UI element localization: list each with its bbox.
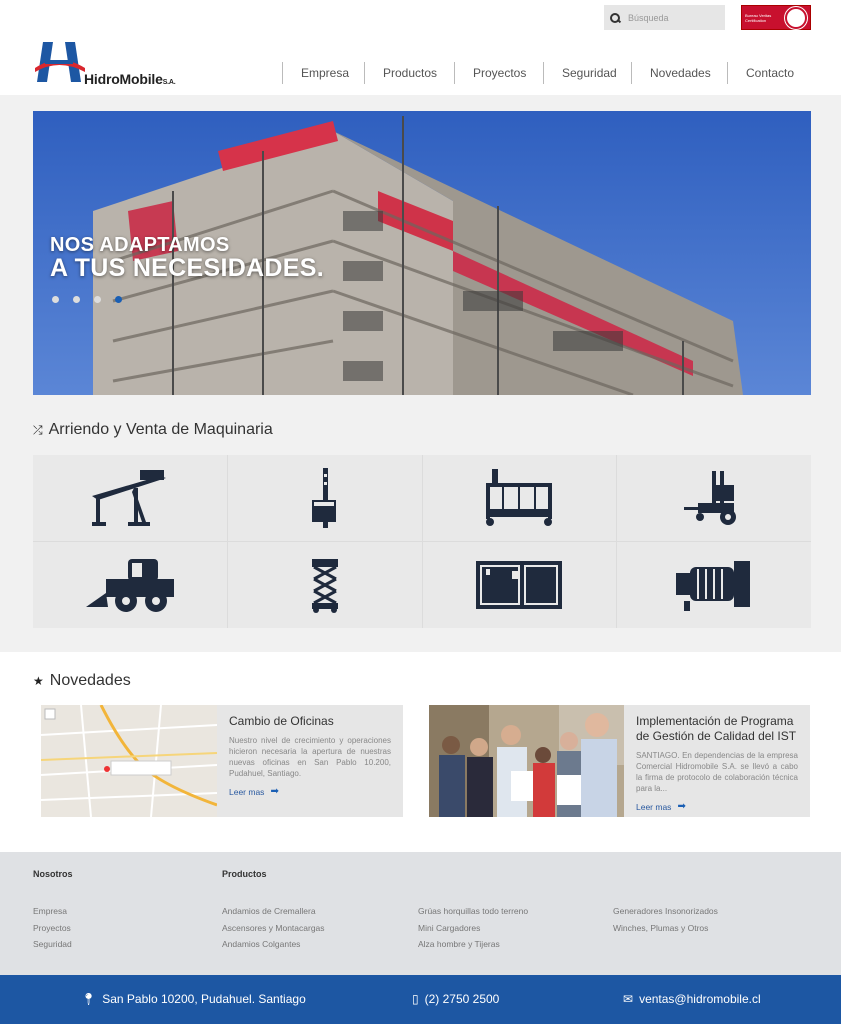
- slider-dot-1[interactable]: [52, 296, 59, 303]
- shuffle-icon: ⤮: [33, 422, 43, 437]
- footer-col3-list: Grúas horquillas todo terreno Mini Carga…: [418, 903, 528, 953]
- logo-suffix: S.A.: [162, 79, 176, 86]
- arrow-right-icon: ➡: [677, 801, 686, 812]
- footer-link-proyectos[interactable]: Proyectos: [33, 920, 72, 937]
- nav-productos[interactable]: Productos: [364, 62, 454, 84]
- group-photo-image: [429, 705, 624, 817]
- footer-col1-list: Empresa Proyectos Seguridad: [33, 903, 72, 953]
- footer-link-empresa[interactable]: Empresa: [33, 903, 72, 920]
- news-heading: ★ Novedades: [33, 672, 131, 690]
- envelope-icon: ✉: [623, 992, 634, 1006]
- nav-contacto[interactable]: Contacto: [727, 62, 811, 84]
- header: Búsqueda Bureau Veritas Certification Hi…: [0, 0, 841, 95]
- map-image: [41, 705, 217, 817]
- suspended-platform-icon: [486, 469, 553, 526]
- products-heading: ⤮ Arriendo y Venta de Maquinaria: [33, 421, 273, 439]
- product-winch[interactable]: [617, 542, 811, 628]
- map-thumbnail[interactable]: [41, 705, 217, 817]
- nav-empresa[interactable]: Empresa: [282, 62, 364, 84]
- footer-link-andamios-cremallera[interactable]: Andamios de Cremallera: [222, 903, 325, 920]
- news-card-2-read-more[interactable]: Leer mas ➡: [636, 801, 798, 812]
- products-title: Arriendo y Venta de Maquinaria: [48, 421, 273, 438]
- photo-thumbnail[interactable]: [429, 705, 624, 817]
- footer-col4-list: Generadores Insonorizados Winches, Pluma…: [613, 903, 718, 936]
- product-gantry-crane[interactable]: [33, 455, 227, 541]
- footer-col2-list: Andamios de Cremallera Ascensores y Mont…: [222, 903, 325, 953]
- products-grid: [33, 455, 811, 628]
- contact-address: 📍︎ San Pablo 10200, Pudahuel. Santiago: [81, 992, 306, 1006]
- phone-text[interactable]: (2) 2750 2500: [425, 992, 500, 1006]
- news-title: Novedades: [49, 672, 131, 689]
- contact-bar: 📍︎ San Pablo 10200, Pudahuel. Santiago ▯…: [0, 975, 841, 1024]
- footer-col1-title: Nosotros: [33, 869, 73, 879]
- product-suspended-platform[interactable]: [422, 455, 617, 541]
- slider-dots: [52, 296, 122, 303]
- logo-brand: HidroMobile: [84, 71, 163, 87]
- footer-link-generadores[interactable]: Generadores Insonorizados: [613, 903, 718, 920]
- product-truck-forklift[interactable]: [617, 455, 811, 541]
- hero-slider[interactable]: NOS ADAPTAMOS A TUS NECESIDADES.: [33, 111, 811, 395]
- search-input[interactable]: Búsqueda: [628, 13, 669, 23]
- news-card-2-title[interactable]: Implementación de Programa de Gestión de…: [636, 714, 798, 744]
- search-icon: [610, 12, 620, 23]
- slider-dot-3[interactable]: [94, 296, 101, 303]
- arrow-right-icon: ➡: [270, 786, 279, 797]
- logo-text: HidroMobileS.A.: [84, 71, 176, 87]
- rack-hoist-icon: [311, 468, 336, 528]
- news-card-2-text: SANTIAGO. En dependencias de la empresa …: [636, 751, 798, 793]
- footer-link-ascensores[interactable]: Ascensores y Montacargas: [222, 920, 325, 937]
- product-scissor-lift[interactable]: [227, 542, 422, 628]
- contact-phone[interactable]: ▯ (2) 2750 2500: [412, 992, 499, 1006]
- address-text: San Pablo 10200, Pudahuel. Santiago: [102, 992, 306, 1006]
- news-card-1-read-more[interactable]: Leer mas ➡: [229, 786, 391, 797]
- news-card-1-title[interactable]: Cambio de Oficinas: [229, 714, 391, 729]
- star-icon: ★: [33, 674, 44, 688]
- news-card-1-text: Nuestro nivel de crecimiento y operacion…: [229, 736, 391, 778]
- nav-novedades[interactable]: Novedades: [631, 62, 727, 84]
- bureau-veritas-seal-icon: [785, 6, 807, 29]
- footer-link-andamios-colgantes[interactable]: Andamios Colgantes: [222, 936, 325, 953]
- footer-link-winches[interactable]: Winches, Plumas y Otros: [613, 920, 718, 937]
- news-card-2-body: Implementación de Programa de Gestión de…: [624, 705, 810, 817]
- logo[interactable]: HidroMobileS.A.: [35, 42, 215, 87]
- scissor-lift-icon: [311, 559, 338, 613]
- footer-link-mini-cargadores[interactable]: Mini Cargadores: [418, 920, 528, 937]
- product-rack-hoist[interactable]: [227, 455, 422, 541]
- skid-steer-loader-icon: [85, 559, 174, 612]
- news-card-2[interactable]: Implementación de Programa de Gestión de…: [429, 705, 810, 817]
- product-skid-steer[interactable]: [33, 542, 227, 628]
- read-more-label[interactable]: Leer mas: [229, 787, 264, 797]
- footer-content: Nosotros Productos Empresa Proyectos Seg…: [0, 852, 841, 975]
- truck-mounted-forklift-icon: [684, 471, 737, 525]
- news-card-1[interactable]: Cambio de Oficinas Nuestro nivel de crec…: [41, 705, 403, 817]
- certification-badge: Bureau Veritas Certification: [741, 5, 811, 30]
- phone-icon: ▯: [412, 992, 419, 1006]
- news-card-1-body: Cambio de Oficinas Nuestro nivel de crec…: [217, 705, 403, 817]
- footer-link-gruas[interactable]: Grúas horquillas todo terreno: [418, 903, 528, 920]
- email-text[interactable]: ventas@hidromobile.cl: [639, 992, 761, 1006]
- footer-link-alza-hombre[interactable]: Alza hombre y Tijeras: [418, 936, 528, 953]
- search-box[interactable]: Búsqueda: [604, 5, 725, 30]
- slider-dot-2[interactable]: [73, 296, 80, 303]
- slider-dot-4[interactable]: [115, 296, 122, 303]
- read-more-label[interactable]: Leer mas: [636, 802, 671, 812]
- product-generator[interactable]: [422, 542, 617, 628]
- contact-email[interactable]: ✉ ventas@hidromobile.cl: [623, 992, 761, 1006]
- footer-link-seguridad[interactable]: Seguridad: [33, 936, 72, 953]
- cert-text: Bureau Veritas Certification: [745, 12, 772, 23]
- nav-seguridad[interactable]: Seguridad: [543, 62, 631, 84]
- map-pin-icon: 📍︎: [81, 992, 97, 1006]
- hero-title: NOS ADAPTAMOS A TUS NECESIDADES.: [50, 234, 324, 283]
- logo-mark-icon: [35, 42, 85, 82]
- gantry-crane-icon: [91, 470, 166, 526]
- nav-proyectos[interactable]: Proyectos: [454, 62, 543, 84]
- generator-icon: [476, 561, 563, 609]
- hero-line-2: A TUS NECESIDADES.: [50, 254, 324, 282]
- winch-icon: [676, 561, 751, 611]
- footer-col2-title: Productos: [222, 869, 267, 879]
- main-nav: Empresa Productos Proyectos Seguridad No…: [282, 62, 811, 84]
